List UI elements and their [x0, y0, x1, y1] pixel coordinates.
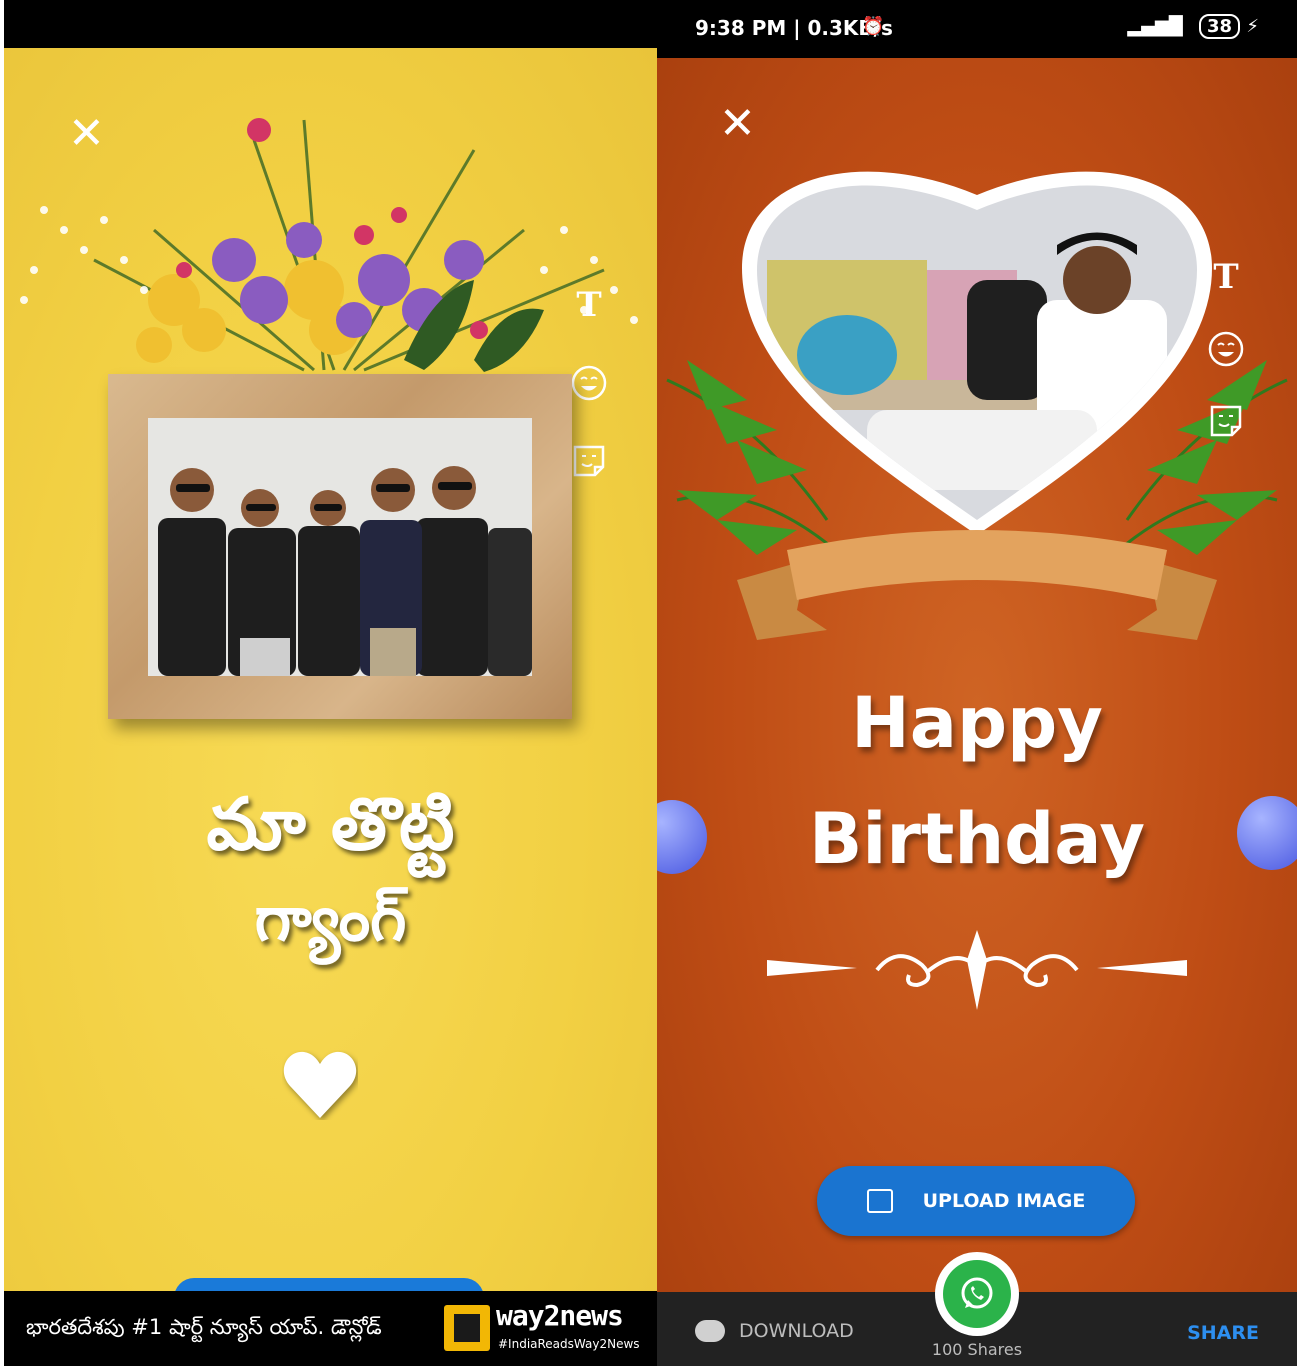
close-icon[interactable]: ✕	[719, 102, 756, 146]
upload-image-button[interactable]: UPLOAD IMAGE	[817, 1166, 1135, 1236]
text-icon[interactable]: T	[1207, 257, 1245, 297]
emoji-icon[interactable]	[570, 364, 608, 402]
way2news-logo	[444, 1305, 490, 1351]
sticker-icon[interactable]	[570, 442, 608, 480]
battery-icon: 38	[1199, 14, 1241, 39]
download-label: DOWNLOAD	[739, 1320, 854, 1342]
close-icon[interactable]: ✕	[68, 112, 105, 156]
brand-tag: #IndiaReadsWay2News	[498, 1337, 640, 1351]
brand-name: way2news	[496, 1299, 624, 1332]
title-line-2[interactable]: గ్యాంగ్	[4, 882, 657, 970]
footer-text: భారతదేశపు #1 షార్ట్ న్యూస్ యాప్. డౌన్లోడ…	[26, 1315, 382, 1339]
alarm-icon: ⏰	[862, 16, 885, 37]
download-icon	[695, 1320, 725, 1342]
signal-icon: ▂▄▆█	[1127, 16, 1183, 37]
heart-icon	[283, 1051, 357, 1118]
sticker-icon[interactable]	[1207, 402, 1245, 440]
emoji-icon[interactable]	[1207, 330, 1245, 368]
image-icon	[866, 1189, 893, 1213]
download-button[interactable]: DOWNLOAD	[695, 1320, 854, 1342]
photo-frame	[108, 374, 572, 719]
ornament-divider	[767, 930, 1187, 1010]
heart-photo-frame	[742, 171, 1212, 535]
whatsapp-icon	[961, 1277, 993, 1309]
ribbon-banner	[737, 530, 1217, 640]
whatsapp-share-button[interactable]	[935, 1252, 1019, 1336]
left-editor-panel: ✕ T మా తొట్టి గ్యాంగ్ భారతదేశపు #1 షార్ట…	[4, 0, 657, 1366]
text-icon[interactable]: T	[570, 285, 608, 325]
title-line-1[interactable]: మా తొట్టి	[4, 782, 657, 884]
upload-image-label: UPLOAD IMAGE	[922, 1190, 1086, 1212]
shares-count: 100 Shares	[931, 1340, 1023, 1359]
group-photo	[148, 418, 532, 676]
top-bar	[4, 0, 657, 48]
status-bar: 9:38 PM | 0.3KB/s ⏰ ▂▄▆█ 38 ⚡	[657, 0, 1297, 58]
balloon-right	[1237, 796, 1297, 870]
charging-icon: ⚡	[1246, 16, 1259, 37]
status-icons: ▂▄▆█ 38 ⚡	[1127, 14, 1259, 39]
right-editor-panel: 9:38 PM | 0.3KB/s ⏰ ▂▄▆█ 38 ⚡ Happy Birt…	[657, 0, 1297, 1366]
greeting-line-1[interactable]: Happy	[657, 682, 1297, 764]
brand-footer: భారతదేశపు #1 షార్ట్ న్యూస్ యాప్. డౌన్లోడ…	[4, 1291, 657, 1366]
greeting-line-2[interactable]: Birthday	[657, 798, 1297, 880]
